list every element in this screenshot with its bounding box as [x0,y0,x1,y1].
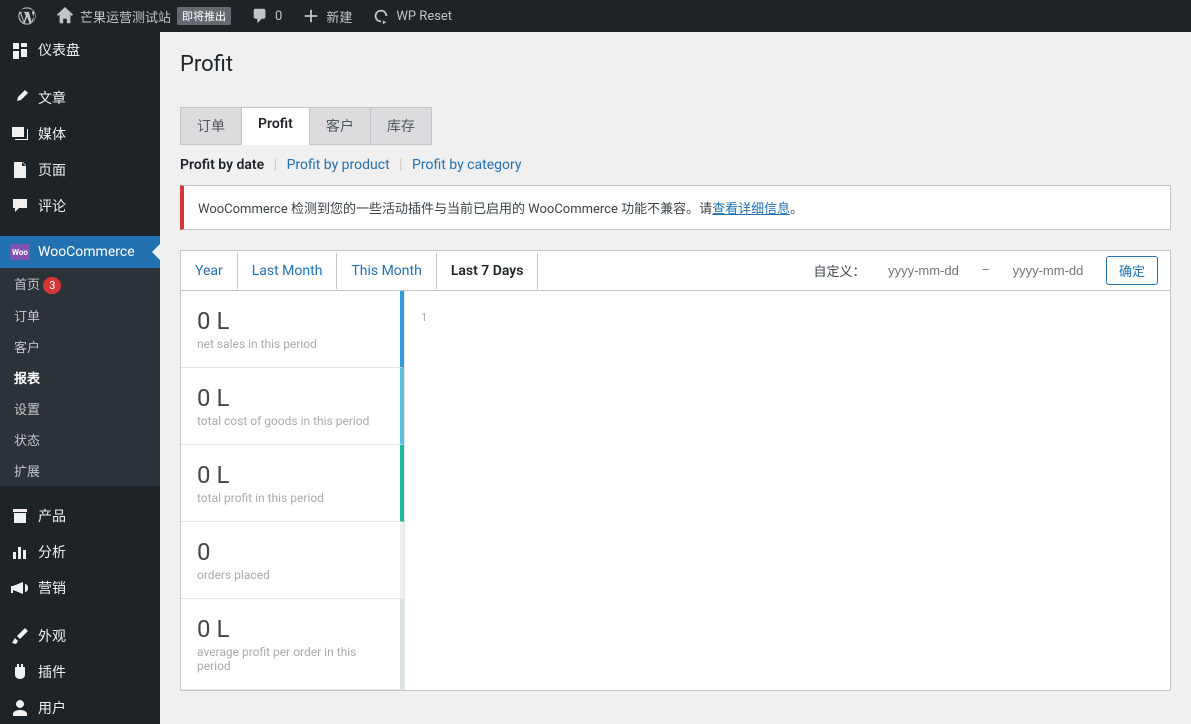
woocommerce-icon: Woo [10,244,30,260]
sidebar-item-plugins[interactable]: 插件 [0,654,160,690]
subtab-by-date[interactable]: Profit by date [180,157,264,173]
subtab-by-product[interactable]: Profit by product [287,157,390,173]
stat-total-cost[interactable]: 0 L total cost of goods in this period [181,368,404,445]
stat-orders-placed[interactable]: 0 orders placed [181,522,404,599]
report-body: 0 L net sales in this period 0 L total c… [180,291,1171,691]
tab-orders[interactable]: 订单 [180,107,242,145]
new-label: 新建 [326,7,352,26]
sidebar-item-comments[interactable]: 评论 [0,188,160,224]
date-submit-button[interactable]: 确定 [1106,256,1158,285]
sidebar-item-products[interactable]: 产品 [0,498,160,534]
sub-item-settings[interactable]: 设置 [0,393,160,424]
error-notice: WooCommerce 检测到您的一些活动插件与当前已启用的 WooCommer… [180,185,1171,230]
pin-icon [10,88,30,108]
wp-logo[interactable] [8,0,46,32]
sidebar-item-analytics[interactable]: 分析 [0,534,160,570]
sidebar-item-marketing[interactable]: 营销 [0,570,160,606]
subtab-by-category[interactable]: Profit by category [412,157,521,173]
wordpress-icon [18,7,36,25]
megaphone-icon [10,578,30,598]
comments-count: 0 [275,9,282,24]
chart-area: 1 [405,291,1170,690]
sidebar-item-woocommerce[interactable]: WooWooCommerce [0,236,160,268]
custom-date-range: 自定义： – 确定 [801,251,1170,290]
page-title: Profit [160,32,1191,87]
custom-label: 自定义： [813,261,865,280]
sidebar-item-appearance[interactable]: 外观 [0,618,160,654]
wp-reset-label: WP Reset [396,9,452,24]
date-tab-last-7-days[interactable]: Last 7 Days [437,253,539,290]
sub-item-extensions[interactable]: 扩展 [0,455,160,486]
comments-link[interactable]: 0 [241,0,292,32]
admin-toolbar: 芒果运营测试站即将推出 0 新建 WP Reset [0,0,1191,32]
stats-column: 0 L net sales in this period 0 L total c… [181,291,405,690]
coming-soon-badge: 即将推出 [177,7,231,25]
plus-icon [302,7,320,25]
sidebar-item-media[interactable]: 媒体 [0,116,160,152]
media-icon [10,124,30,144]
sub-item-reports[interactable]: 报表 [0,362,160,393]
sub-tabs: Profit by date | Profit by product | Pro… [180,157,1171,173]
tab-profit[interactable]: Profit [241,107,310,145]
sub-item-home[interactable]: 首页 3 [0,268,160,300]
home-notification-badge: 3 [43,277,61,294]
stat-avg-profit[interactable]: 0 L average profit per order in this per… [181,599,404,690]
user-icon [10,698,30,718]
site-name-link[interactable]: 芒果运营测试站即将推出 [46,0,241,32]
date-from-input[interactable] [873,259,973,282]
site-name-text: 芒果运营测试站 [80,7,171,26]
sidebar-item-pages[interactable]: 页面 [0,152,160,188]
home-icon [56,7,74,25]
notice-text: WooCommerce 检测到您的一些活动插件与当前已启用的 WooCommer… [198,202,712,217]
notice-link[interactable]: 查看详细信息 [712,202,790,217]
sub-item-customers[interactable]: 客户 [0,331,160,362]
sidebar-item-dashboard[interactable]: 仪表盘 [0,32,160,68]
date-separator: – [981,263,990,278]
tab-customers[interactable]: 客户 [309,107,371,145]
main-content: Profit 订单 Profit 客户 库存 Profit by date | … [160,32,1191,691]
comment-icon [251,7,269,25]
plug-icon [10,662,30,682]
date-range-tabs: Year Last Month This Month Last 7 Days 自… [180,250,1171,291]
date-tab-this-month[interactable]: This Month [337,253,436,289]
sub-item-status[interactable]: 状态 [0,424,160,455]
dashboard-icon [10,40,30,60]
date-tab-last-month[interactable]: Last Month [238,253,338,289]
comments-icon [10,196,30,216]
stat-total-profit[interactable]: 0 L total profit in this period [181,445,404,522]
tab-stock[interactable]: 库存 [370,107,432,145]
sub-item-orders[interactable]: 订单 [0,300,160,331]
date-to-input[interactable] [998,259,1098,282]
brush-icon [10,626,30,646]
woocommerce-submenu: 首页 3 订单 客户 报表 设置 状态 扩展 [0,268,160,486]
admin-sidebar: 仪表盘 文章 媒体 页面 评论 WooWooCommerce 首页 3 订单 客… [0,32,160,724]
stat-net-sales[interactable]: 0 L net sales in this period [181,291,404,368]
wp-reset-link[interactable]: WP Reset [362,0,462,32]
new-content-link[interactable]: 新建 [292,0,362,32]
chart-bar-icon [10,542,30,562]
chart-y-tick: 1 [421,311,427,324]
sidebar-item-posts[interactable]: 文章 [0,80,160,116]
report-tabs: 订单 Profit 客户 库存 [180,107,1171,145]
refresh-icon [372,7,390,25]
archive-icon [10,506,30,526]
sidebar-item-users[interactable]: 用户 [0,690,160,724]
date-tab-year[interactable]: Year [181,253,238,289]
page-icon [10,160,30,180]
notice-suffix: 。 [790,202,803,217]
